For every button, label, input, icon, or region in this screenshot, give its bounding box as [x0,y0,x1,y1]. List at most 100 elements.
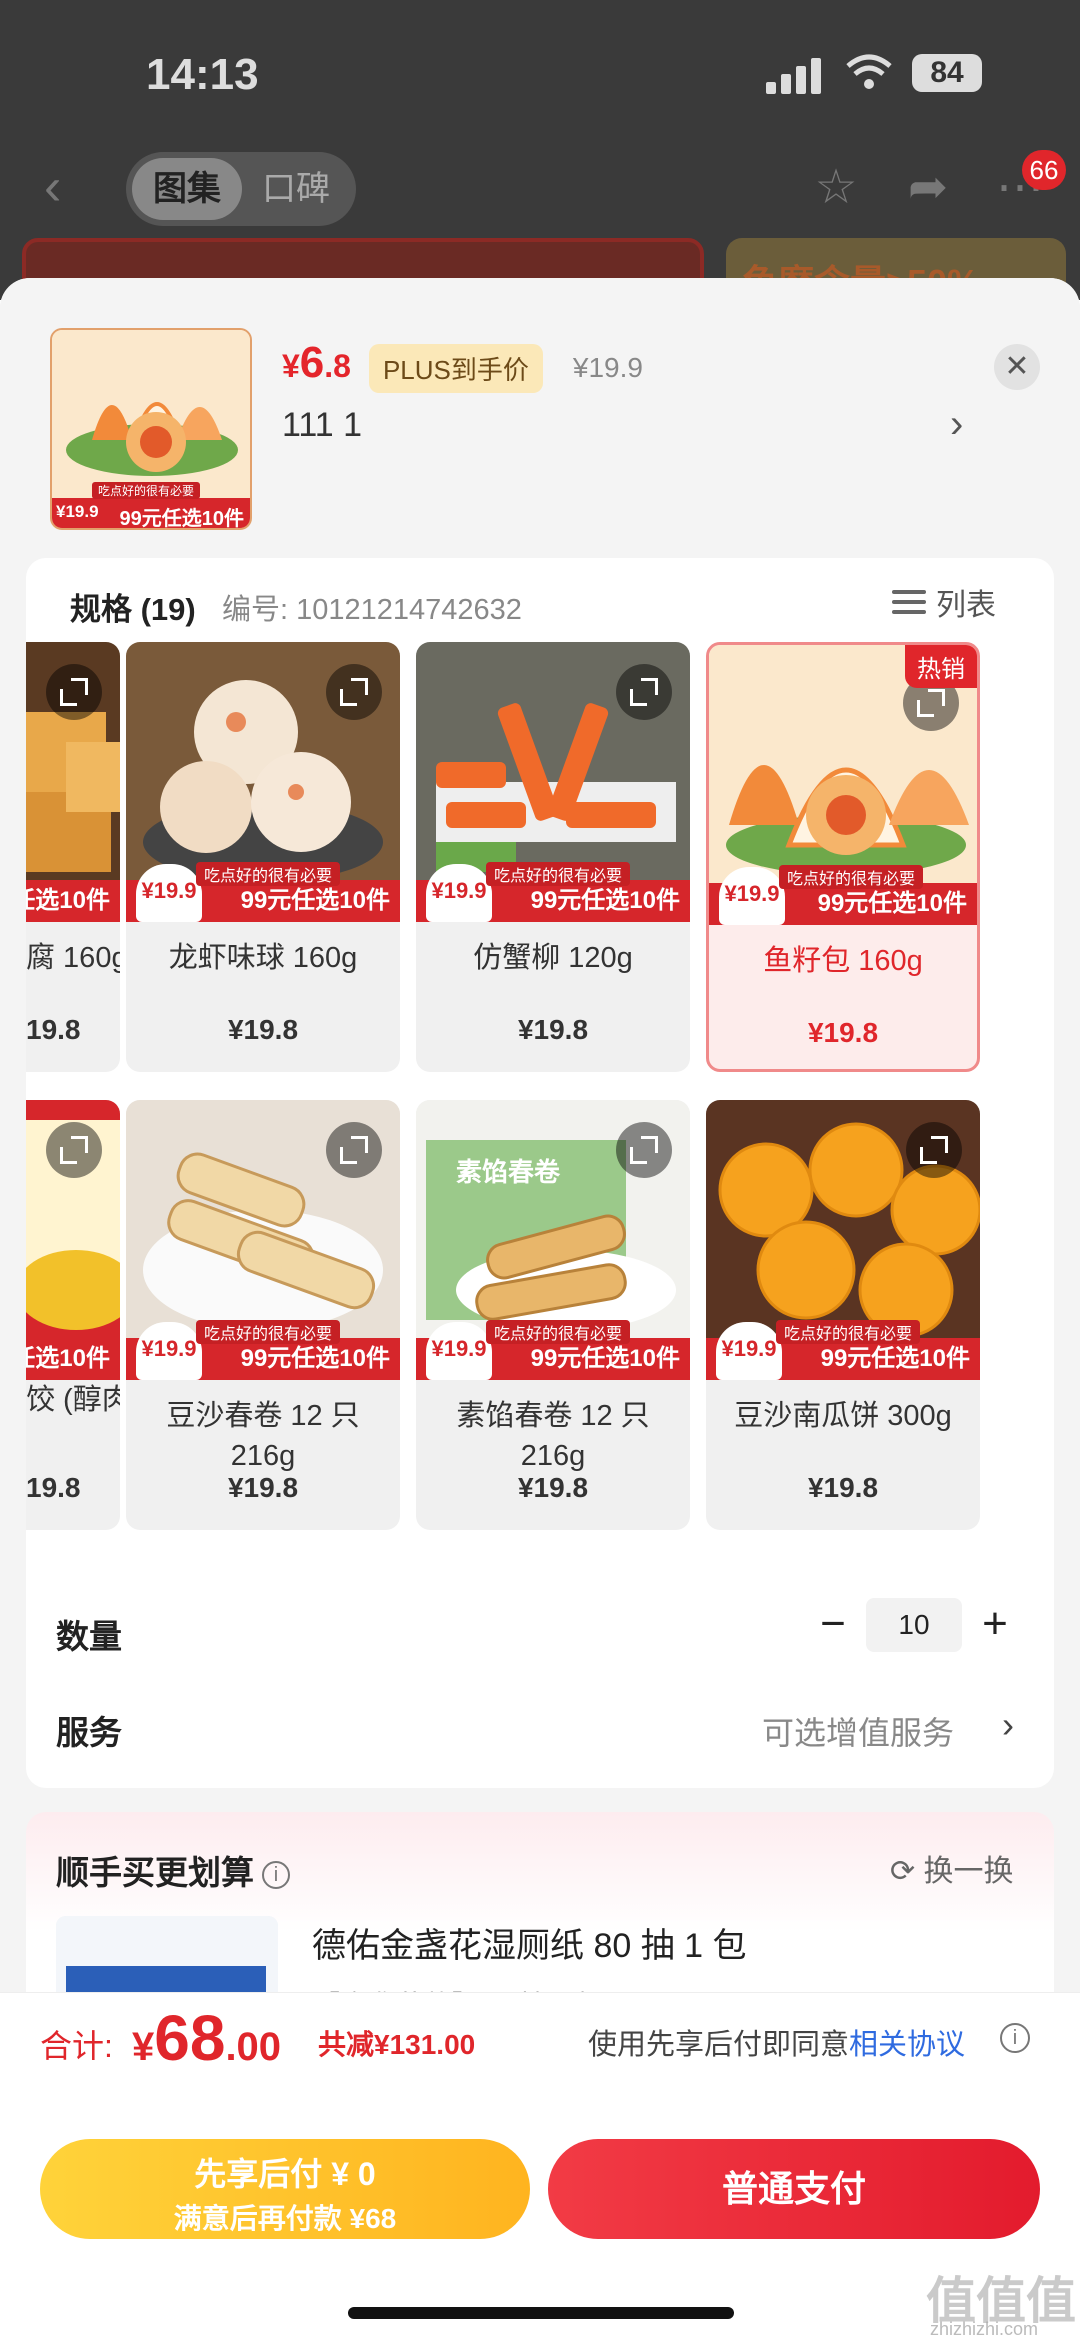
addon-title: 顺手买更划算 i [56,1846,290,1894]
close-button[interactable]: ✕ [994,344,1040,390]
spec-name: 豆沙南瓜饼 300g [734,1400,952,1432]
current-price: ¥6.8 [282,338,351,388]
spec-card[interactable]: 素馅春卷 ¥19.9 99元任选10件 吃点好的很有必要 素馅春卷 12 只 21… [416,1100,690,1530]
thumbnail-image [52,330,250,528]
promo-strip: ¥19.9 99元任选10件 [416,1322,690,1380]
strip-text: 99元任选10件 [240,1345,390,1372]
chevron-right-icon[interactable]: › [950,402,963,447]
refresh-icon: ⟳ [890,1855,916,1888]
quantity-decrease-button[interactable]: − [808,1594,858,1654]
mini-price: ¥19.9 [136,864,202,922]
total-dec: .00 [225,2025,282,2069]
back-icon[interactable]: ‹ [44,161,84,213]
home-indicator[interactable] [348,2307,734,2319]
spec-card[interactable]: ¥19.9 99元任选10件 吃点好的很有必要 豆沙春卷 12 只 216g ¥1… [126,1100,400,1530]
original-price: ¥19.9 [572,352,643,383]
spec-card[interactable]: 元任选10件 腐 160g 19.8 [26,642,120,1072]
total-amount: ¥68.00 [132,2001,281,2075]
view-segment: 图集 口碑 [126,152,356,226]
status-time: 14:13 [146,50,259,99]
strip-text: 99元任选10件 [817,890,967,917]
watermark-url: zhizhizhi.com [930,2319,1039,2339]
checkout-footer: 合计: ¥68.00 共减¥131.00 使用先享后付即同意相关协议 i 先享后… [0,1992,1080,2340]
promo-strip: ¥19.9 99元任选10件 [416,864,690,922]
spec-name: 仿蟹柳 120g [473,942,633,974]
spec-card[interactable]: ¥19.9 99元任选10件 吃点好的很有必要 仿蟹柳 120g ¥19.8 [416,642,690,1072]
expand-icon[interactable] [906,1122,962,1178]
selected-spec[interactable]: 111 1 [282,406,362,445]
star-icon[interactable]: ☆ [808,160,864,216]
status-bar: 14:13 84 [0,40,1080,110]
agreement-link[interactable]: 相关协议 [849,2029,965,2061]
spec-card[interactable]: 元任选10件 饺 (醇肉 ) 150g 19.8 [26,1100,120,1530]
expand-icon[interactable] [46,664,102,720]
slogan: 吃点好的很有必要 [776,1320,921,1344]
total-saved: 共减¥131.00 [318,2029,476,2060]
tab-reviews[interactable]: 口碑 [262,158,352,220]
chevron-right-icon[interactable]: › [1002,1704,1014,1746]
spec-card-selected[interactable]: ¥19.9 99元任选10件 吃点好的很有必要 热销 鱼籽包 160g ¥19.8 [706,642,980,1072]
list-view-toggle[interactable]: 列表 [892,580,996,624]
expand-icon[interactable] [326,664,382,720]
promo-strip: ¥19.9 99元任选10件 [706,1322,980,1380]
strip-text: 99元任选10件 [240,887,390,914]
info-icon[interactable]: i [1000,2023,1030,2053]
plus-price-tag: PLUS到手价 [368,343,543,393]
spec-name: 饺 (醇肉 ) 150g [26,1384,120,1416]
service-value[interactable]: 可选增值服务 [762,1708,954,1754]
info-icon[interactable]: i [262,1861,290,1890]
tab-gallery[interactable]: 图集 [132,158,242,220]
strip-text: 99元任选10件 [530,1345,680,1372]
quantity-increase-button[interactable]: + [970,1594,1020,1654]
promo-strip: ¥19.9 99元任选10件 [126,1322,400,1380]
spec-number: 编号: 10121214742632 [222,594,522,626]
expand-icon[interactable] [46,1122,102,1178]
spec-price: ¥19.8 [807,1017,879,1048]
slogan: 吃点好的很有必要 [779,865,924,889]
spec-name: 鱼籽包 160g [763,945,923,977]
normal-pay-button[interactable]: 普通支付 [548,2139,1040,2239]
pay-later-line2: 满意后再付款 ¥68 [173,2203,397,2234]
price-dec: .8 [324,348,351,384]
share-icon[interactable]: ➦ [900,160,956,216]
slogan: 吃点好的很有必要 [486,862,631,886]
quantity-label: 数量 [56,1618,122,1655]
signal-icon [766,58,824,94]
promo-strip: 元任选10件 [26,1338,120,1380]
spec-name: 腐 160g [26,942,120,974]
battery-icon: 84 [912,54,982,92]
swap-button[interactable]: ⟳ 换一换 [890,1846,1013,1890]
list-icon [892,587,926,617]
sheet-header: 吃点好的很有必要 ¥19.9 99元任选10件 ¥6.8 PLUS到手价 ¥19… [0,278,1080,558]
spec-card[interactable]: ¥19.9 99元任选10件 吃点好的很有必要 豆沙南瓜饼 300g ¥19.8 [706,1100,980,1530]
total-label: 合计: [40,2028,113,2064]
spec-panel: 规格 (19) 编号: 10121214742632 列表 元任选10件 腐 1… [26,558,1054,1788]
product-thumbnail[interactable]: 吃点好的很有必要 ¥19.9 99元任选10件 [50,328,252,530]
spec-price: ¥19.8 [807,1472,879,1503]
spec-price: ¥19.8 [517,1472,589,1503]
total-int: 68 [154,2002,226,2074]
agreement-text: 使用先享后付即同意相关协议 [588,2021,965,2063]
strip-text: 99元任选10件 [820,1345,970,1372]
expand-icon[interactable] [326,1122,382,1178]
spec-title: 规格 (19) [70,592,196,627]
spec-card[interactable]: ¥19.9 99元任选10件 吃点好的很有必要 龙虾味球 160g ¥19.8 [126,642,400,1072]
promo-strip: ¥19.9 99元任选10件 [709,867,977,925]
spec-name: 龙虾味球 160g [168,942,358,974]
background-page: 14:13 84 ‹ 图集 口碑 ☆ ➦ ⋯ 66 鱼糜含量>50% [0,0,1080,318]
quantity-input[interactable]: 10 [866,1598,962,1652]
spec-grid: 元任选10件 腐 160g 19.8 ¥19.9 99元任选10件 吃点好的很有必… [26,642,1054,1572]
pay-later-button[interactable]: 先享后付 ¥ 0 满意后再付款 ¥68 [40,2139,530,2239]
package-text: 素馅春卷 [456,1157,561,1187]
addon-title-text: 顺手买更划算 [56,1854,254,1891]
slogan: 吃点好的很有必要 [196,862,341,886]
expand-icon[interactable] [616,664,672,720]
spec-name: 素馅春卷 12 只 216g [456,1400,650,1472]
expand-icon[interactable] [616,1122,672,1178]
spec-price: 19.8 [26,1014,81,1045]
hot-badge: 热销 [905,645,977,688]
price-int: 6 [299,338,325,387]
mini-price: ¥19.9 [426,1322,492,1380]
mini-price: ¥19.9 [136,1322,202,1380]
addon-name[interactable]: 德佑金盏花湿厕纸 80 抽 1 包 [312,1918,747,1967]
